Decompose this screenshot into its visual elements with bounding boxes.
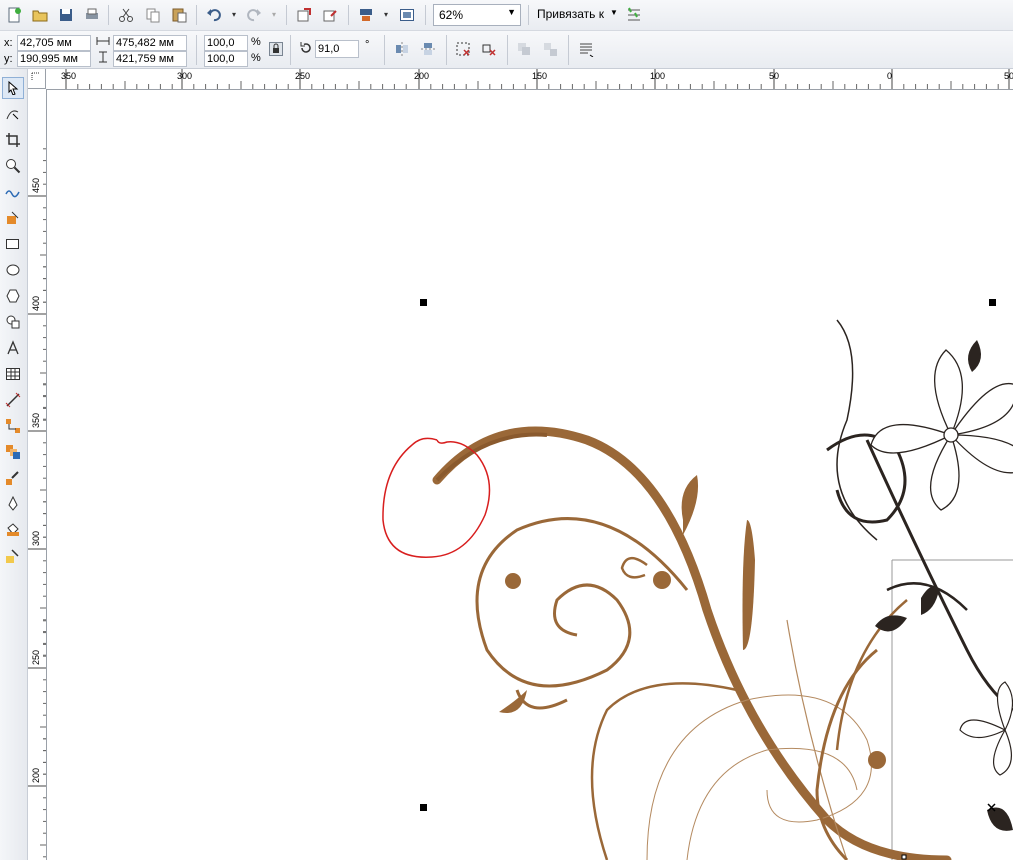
ungroup-icon[interactable] <box>479 39 499 59</box>
ruler-tick-label: 300 <box>31 531 41 546</box>
ruler-origin-corner[interactable] <box>28 69 46 89</box>
undo-dropdown-icon[interactable]: ▾ <box>232 10 236 19</box>
height-field[interactable]: 421,759 мм <box>113 51 187 67</box>
freehand-tool-icon[interactable] <box>3 182 23 202</box>
polygon-tool-icon[interactable] <box>3 286 23 306</box>
copy-icon[interactable] <box>143 5 163 25</box>
ruler-tick-label: 0 <box>887 71 892 81</box>
ruler-tick-label: 250 <box>295 71 310 81</box>
ruler-tick-label: 450 <box>31 178 41 193</box>
ruler-tick-label: 400 <box>31 296 41 311</box>
scale-height-field[interactable]: 100,0 <box>204 51 248 67</box>
drawing-canvas[interactable] <box>47 90 1013 860</box>
mirror-horizontal-icon[interactable] <box>392 39 412 59</box>
export-icon[interactable] <box>320 5 340 25</box>
pick-tool-icon[interactable] <box>2 77 24 99</box>
wrap-text-icon[interactable] <box>576 39 596 59</box>
ruler-tick-label: 200 <box>31 768 41 783</box>
cut-icon[interactable] <box>116 5 136 25</box>
group-icon[interactable] <box>453 39 473 59</box>
outline-tool-icon[interactable] <box>3 494 23 514</box>
property-bar: x: 42,705 мм y: 190,995 мм 475,482 мм 42… <box>0 31 1013 69</box>
horizontal-ruler[interactable]: 350 300 250 200 150 100 50 0 50 <box>28 69 1013 90</box>
ruler-tick-label: 100 <box>650 71 665 81</box>
fill-tool-icon[interactable] <box>3 520 23 540</box>
snap-to-menu[interactable]: Привязать к <box>537 7 604 21</box>
selection-handle <box>420 299 427 306</box>
open-folder-icon[interactable] <box>30 5 50 25</box>
connector-tool-icon[interactable] <box>3 416 23 436</box>
ruler-tick-label: 150 <box>532 71 547 81</box>
zoom-level-value: 62% <box>439 8 464 22</box>
ruler-tick-label: 50 <box>1004 71 1013 81</box>
x-position-field[interactable]: 42,705 мм <box>17 35 91 51</box>
basic-shapes-icon[interactable] <box>3 312 23 332</box>
y-label: y: <box>4 53 13 65</box>
zoom-tool-icon[interactable] <box>3 156 23 176</box>
ruler-tick-label: 250 <box>31 650 41 665</box>
options-icon[interactable] <box>624 5 644 25</box>
ruler-tick-label: 350 <box>31 413 41 428</box>
print-icon[interactable] <box>82 5 102 25</box>
text-tool-icon[interactable] <box>3 338 23 358</box>
chevron-down-icon[interactable]: ▼ <box>507 7 516 17</box>
ruler-tick-label: 300 <box>177 71 192 81</box>
x-label: x: <box>4 37 13 49</box>
smart-fill-icon[interactable] <box>3 208 23 228</box>
rectangle-tool-icon[interactable] <box>3 234 23 254</box>
ruler-tick-label: 350 <box>61 71 76 81</box>
standard-toolbar: ▾ ▾ ▾ 62% ▼ Привязать к ▼ <box>0 0 1013 31</box>
undo-icon[interactable] <box>204 5 224 25</box>
crop-tool-icon[interactable] <box>3 130 23 150</box>
toolbox <box>0 69 28 860</box>
degree-label: ° <box>365 39 370 51</box>
snap-dropdown-icon[interactable]: ▼ <box>610 8 618 17</box>
percent-label: % <box>251 52 261 64</box>
new-document-icon[interactable] <box>4 5 24 25</box>
redo-icon[interactable] <box>244 5 264 25</box>
mirror-vertical-icon[interactable] <box>418 39 438 59</box>
ellipse-tool-icon[interactable] <box>3 260 23 280</box>
lock-ratio-icon[interactable] <box>266 39 286 59</box>
dimension-tool-icon[interactable] <box>3 390 23 410</box>
shape-tool-icon[interactable] <box>3 104 23 124</box>
interactive-fill-icon[interactable] <box>3 546 23 566</box>
break-apart-icon[interactable] <box>540 39 560 59</box>
zoom-level-combo[interactable]: 62% ▼ <box>433 4 521 26</box>
ruler-tick-label: 50 <box>769 71 779 81</box>
selection-handle <box>420 804 427 811</box>
rotation-icon <box>296 38 316 58</box>
scale-width-field[interactable]: 100,0 <box>204 35 248 51</box>
width-field[interactable]: 475,482 мм <box>113 35 187 51</box>
import-icon[interactable] <box>294 5 314 25</box>
vertical-ruler[interactable]: 450 400 350 300 250 200 <box>28 89 47 860</box>
application-launcher-icon[interactable] <box>356 5 376 25</box>
save-icon[interactable] <box>56 5 76 25</box>
blend-tool-icon[interactable] <box>3 442 23 462</box>
selection-handle <box>989 299 996 306</box>
ruler-tick-label: 200 <box>414 71 429 81</box>
welcome-screen-icon[interactable] <box>397 5 417 25</box>
combine-icon[interactable] <box>514 39 534 59</box>
eyedropper-tool-icon[interactable] <box>3 468 23 488</box>
height-icon <box>96 51 110 66</box>
rotation-field[interactable]: 91,0 <box>315 40 359 58</box>
y-position-field[interactable]: 190,995 мм <box>17 51 91 67</box>
redo-dropdown-icon[interactable]: ▾ <box>272 10 276 19</box>
width-icon <box>96 35 110 50</box>
floral-artwork[interactable] <box>47 90 1013 860</box>
launcher-dropdown-icon[interactable]: ▾ <box>384 10 388 19</box>
paste-icon[interactable] <box>169 5 189 25</box>
table-tool-icon[interactable] <box>3 364 23 384</box>
percent-label: % <box>251 36 261 48</box>
